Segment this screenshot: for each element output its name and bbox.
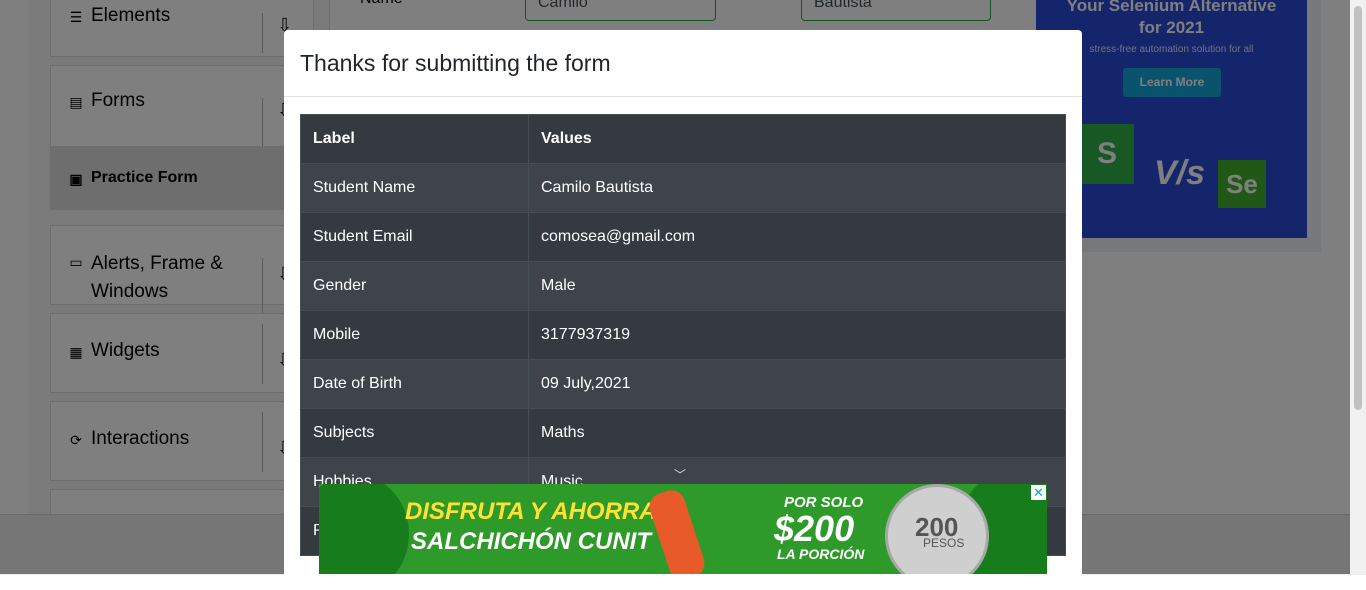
table-row: Gender Male bbox=[300, 261, 1066, 311]
close-icon[interactable]: ✕ bbox=[1031, 485, 1046, 500]
table-row: Subjects Maths bbox=[300, 408, 1066, 458]
page-scrollbar[interactable] bbox=[1350, 0, 1366, 574]
row-value: comosea@gmail.com bbox=[528, 212, 1066, 262]
modal-header: Thanks for submitting the form bbox=[284, 30, 1082, 97]
row-label: Student Name bbox=[300, 163, 529, 213]
chevron-down-icon: ﹀ bbox=[674, 468, 687, 482]
ad-price-suffix: LA PORCIÓN bbox=[777, 546, 865, 562]
row-value: 09 July,2021 bbox=[528, 359, 1066, 409]
row-label: Date of Birth bbox=[300, 359, 529, 409]
row-value: Maths bbox=[528, 408, 1066, 458]
coin-text: PESOS bbox=[923, 536, 965, 550]
row-value: Camilo Bautista bbox=[528, 163, 1066, 213]
table-header-row: Label Values bbox=[300, 114, 1066, 164]
table-row: Student Name Camilo Bautista bbox=[300, 163, 1066, 213]
header-label: Label bbox=[300, 114, 529, 164]
modal-title: Thanks for submitting the form bbox=[300, 50, 611, 76]
ad-product: SALCHICHÓN CUNIT bbox=[411, 528, 651, 555]
ad-headline: DISFRUTA Y AHORRA bbox=[405, 498, 657, 525]
table-row: Date of Birth 09 July,2021 bbox=[300, 359, 1066, 409]
row-label: Mobile bbox=[300, 310, 529, 360]
ad-bottom-banner[interactable]: DISFRUTA Y AHORRA SALCHICHÓN CUNIT POR S… bbox=[319, 484, 1047, 574]
row-label: Gender bbox=[300, 261, 529, 311]
leaf-decoration bbox=[319, 484, 409, 574]
table-row: Mobile 3177937319 bbox=[300, 310, 1066, 360]
ad-price: $200 bbox=[774, 508, 855, 549]
row-value: 3177937319 bbox=[528, 310, 1066, 360]
row-label: Subjects bbox=[300, 408, 529, 458]
header-values: Values bbox=[528, 114, 1066, 164]
table-row: Student Email comosea@gmail.com bbox=[300, 212, 1066, 262]
row-value: Male bbox=[528, 261, 1066, 311]
row-label: Student Email bbox=[300, 212, 529, 262]
scrollbar-thumb[interactable] bbox=[1354, 6, 1362, 410]
product-image bbox=[645, 486, 709, 574]
